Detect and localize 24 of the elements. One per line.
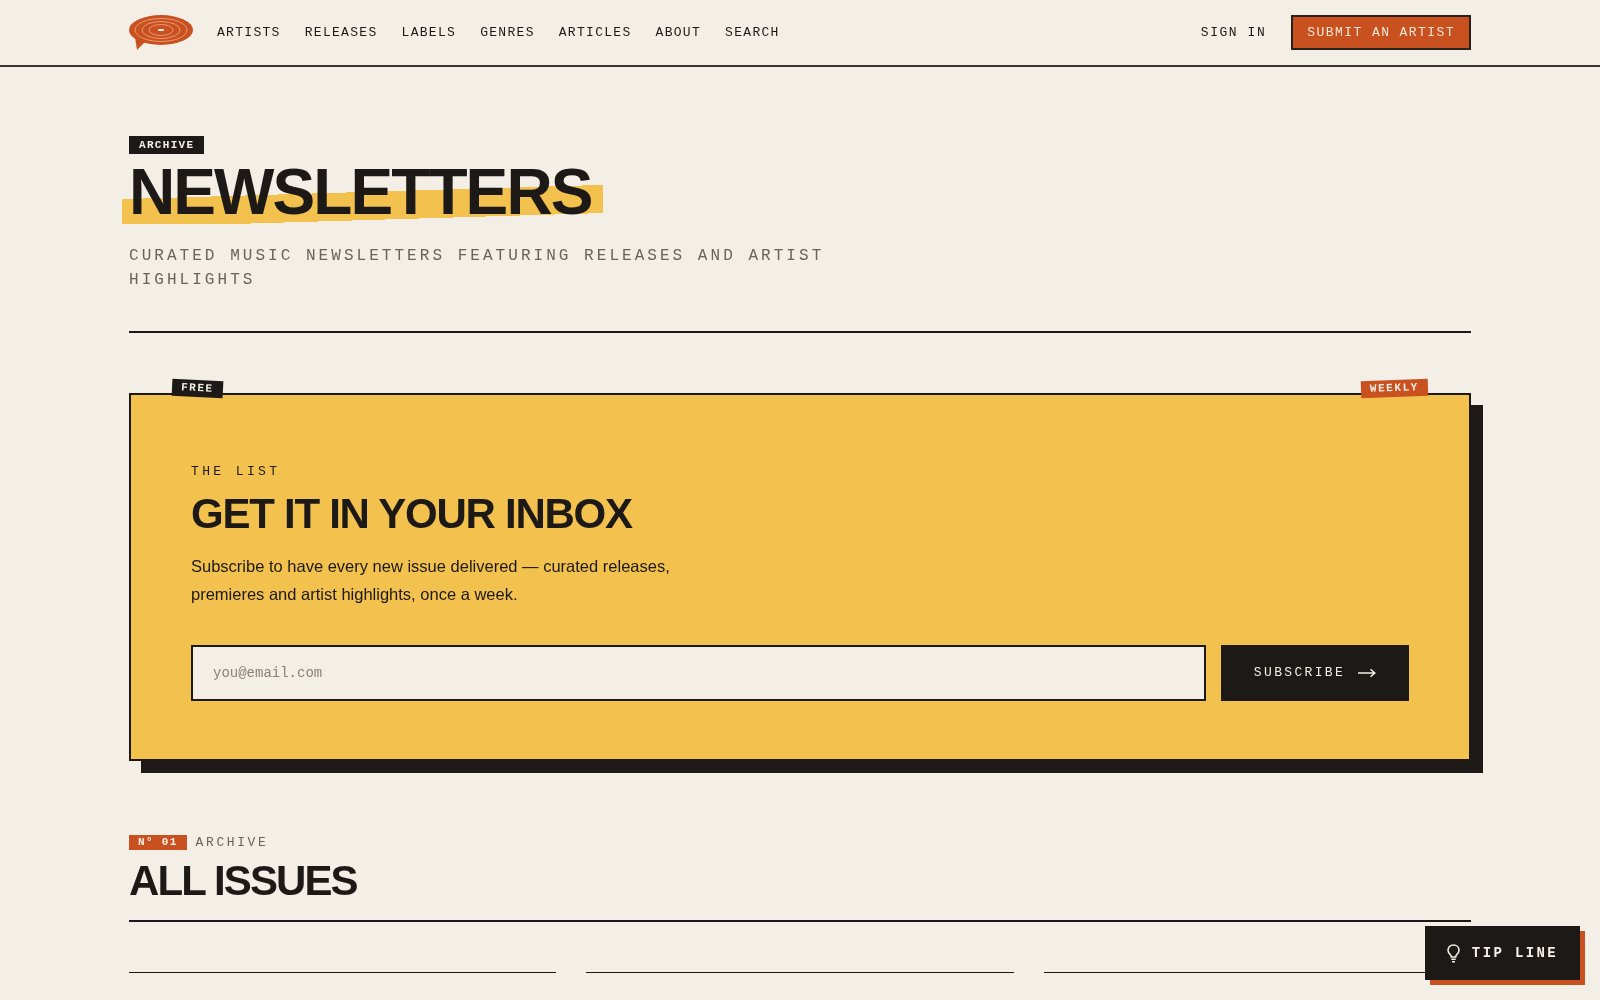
issue-number-tag: N° 01: [129, 835, 187, 851]
lightbulb-icon: [1446, 943, 1460, 963]
email-input[interactable]: you@email.com: [191, 645, 1206, 701]
section-title: ALL ISSUES: [129, 859, 357, 902]
archive-tag: ARCHIVE: [129, 136, 205, 154]
nav-link[interactable]: ARTISTS: [217, 22, 281, 43]
logo-icon[interactable]: [129, 14, 193, 51]
card-title: GET IT IN YOUR INBOX: [191, 493, 632, 535]
submit-artist-button[interactable]: SUBMIT AN ARTIST: [1291, 15, 1471, 50]
card-eyebrow: THE LIST: [191, 463, 281, 481]
corner-tag: WEEKLY: [1360, 378, 1429, 399]
sign-in-link[interactable]: SIGN IN: [1200, 22, 1267, 43]
nav-link[interactable]: ABOUT: [655, 22, 702, 43]
nav-link[interactable]: LABELS: [401, 22, 457, 43]
nav-link[interactable]: SEARCH: [725, 22, 780, 43]
nav-link[interactable]: ARTICLES: [558, 22, 632, 43]
subscribe-button[interactable]: SUBSCRIBE: [1221, 645, 1409, 701]
arrow-right-icon: [1358, 668, 1377, 678]
nav-link[interactable]: GENRES: [480, 22, 535, 43]
page-subtitle: CURATED MUSIC NEWSLETTERS FEATURING RELEASES AND ARTIST HIGHLIGHTS: [129, 246, 826, 291]
nav-link[interactable]: RELEASES: [304, 22, 378, 43]
section-label: ARCHIVE: [195, 834, 269, 852]
card-description: Subscribe to have every new issue delivered — curated releases, premieres and artist highlights, once a week.: [191, 556, 671, 605]
corner-tag: FREE: [171, 378, 223, 399]
